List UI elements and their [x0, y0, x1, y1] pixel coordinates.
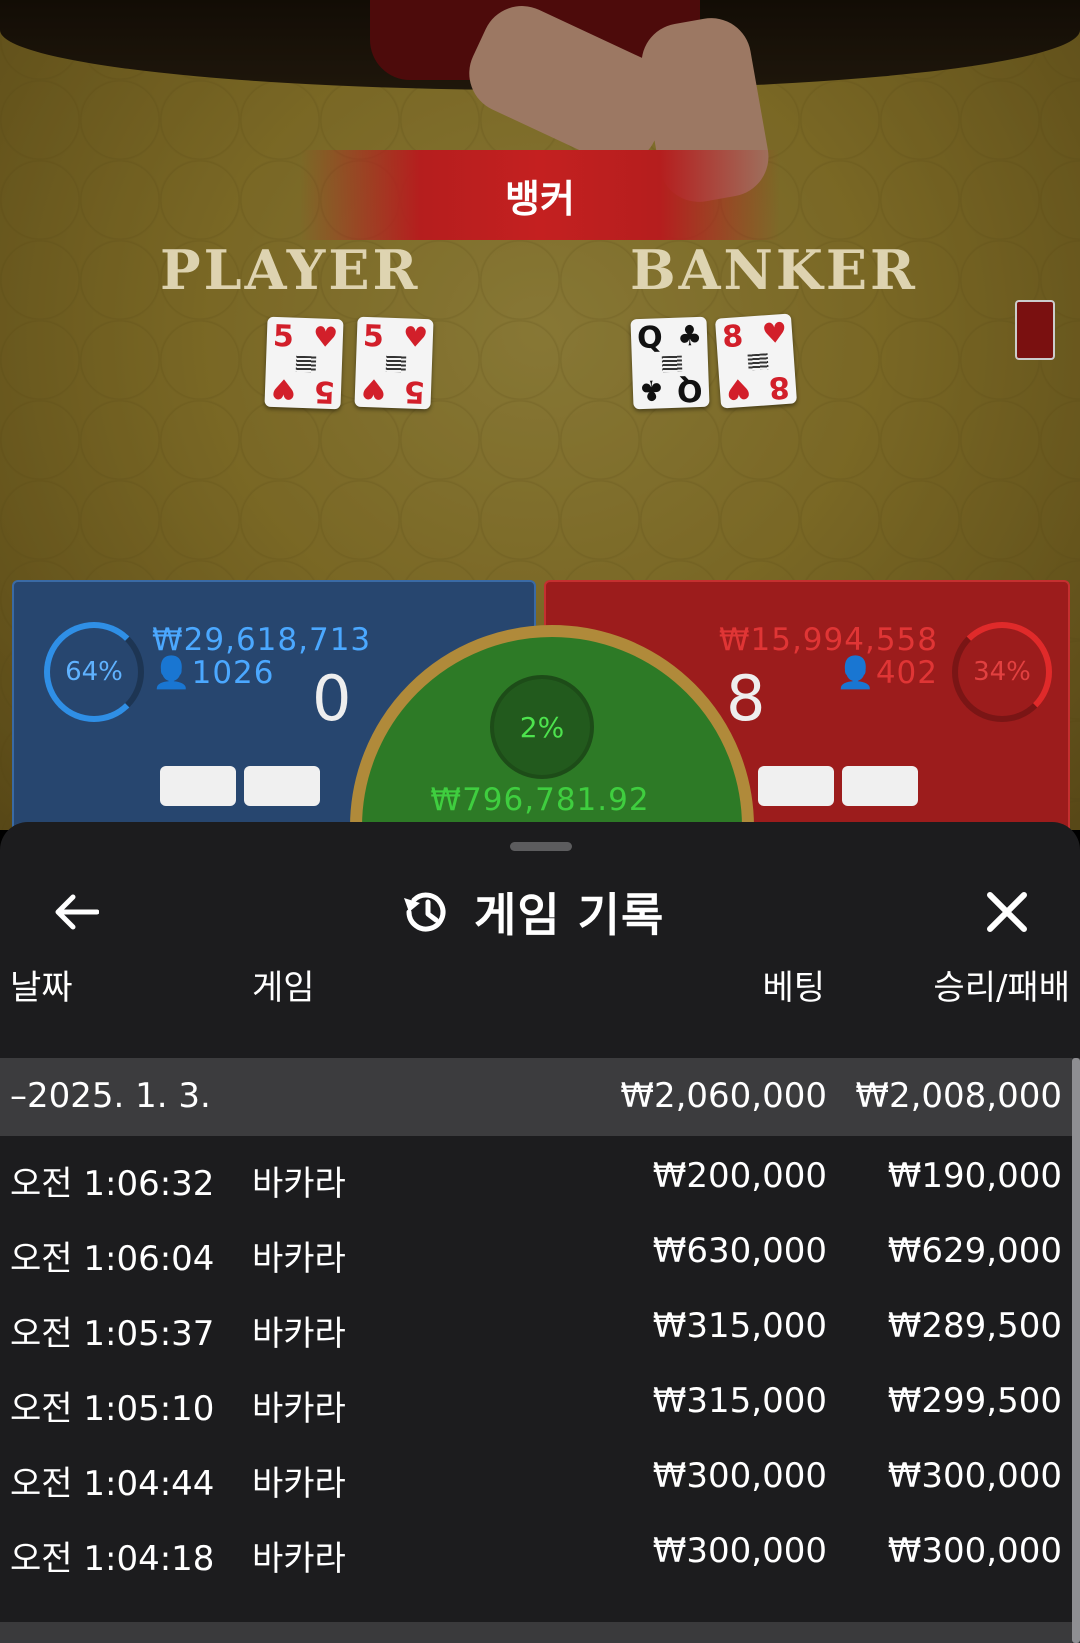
row-result: ₩300,000 — [887, 1456, 1062, 1496]
banker-bet-amount: ₩15,994,558 — [718, 622, 938, 658]
user-icon: 👤 — [152, 655, 192, 691]
tie-percent-ring: 2% — [490, 675, 594, 779]
player-score: 0 — [312, 662, 352, 735]
table-row[interactable]: 오전 1:04:18 바카라 ₩300,000 ₩300,000 — [0, 1513, 1072, 1591]
row-result: ₩289,500 — [887, 1306, 1062, 1346]
row-game: 바카라 — [252, 1314, 346, 1354]
close-button[interactable] — [975, 880, 1039, 944]
player-bet-amount: ₩29,618,713 — [152, 622, 372, 658]
player-mini-card-2 — [244, 766, 320, 806]
row-bet: ₩300,000 — [652, 1456, 827, 1496]
banker-card-1: Q ♣ ♣ Q — [630, 316, 710, 410]
player-card-1: 5 ♥ ♥ 5 — [264, 316, 344, 410]
sheet-title: 게임 기록 — [400, 880, 664, 944]
row-bet: ₩315,000 — [652, 1306, 827, 1346]
row-bet: ₩630,000 — [652, 1231, 827, 1271]
row-result: ₩300,000 — [887, 1531, 1062, 1571]
column-header-game: 게임 — [252, 968, 315, 1008]
player-mini-card-1 — [160, 766, 236, 806]
table-row[interactable]: 오전 1:06:32 바카라 ₩200,000 ₩190,000 — [0, 1138, 1072, 1216]
sheet-drag-handle[interactable] — [510, 842, 572, 851]
player-bettor-count: 👤1026 — [152, 655, 275, 691]
row-game: 바카라 — [252, 1539, 346, 1579]
back-button[interactable] — [46, 882, 106, 942]
table-row[interactable]: 오전 1:04:44 바카라 ₩300,000 ₩300,000 — [0, 1438, 1072, 1516]
game-history-sheet: 게임 기록 날짜 게임 베팅 승리/패배 –2025. 1. 3. ₩2,060… — [0, 822, 1080, 1643]
close-icon — [987, 892, 1027, 932]
row-bet: ₩200,000 — [652, 1156, 827, 1196]
date-group-row[interactable]: –2025. 1. 3. ₩2,060,000 ₩2,008,000 — [0, 1058, 1072, 1136]
history-icon — [404, 892, 446, 932]
result-banner: 뱅커 — [300, 150, 780, 240]
card-shoe — [1015, 300, 1055, 360]
user-icon: 👤 — [836, 655, 876, 691]
banker-percent-ring: 34% — [952, 622, 1052, 722]
table-header: 날짜 게임 베팅 승리/패배 — [0, 960, 1080, 1030]
column-header-result: 승리/패배 — [933, 968, 1070, 1008]
row-result: ₩190,000 — [887, 1156, 1062, 1196]
group-result-total: ₩2,008,000 — [855, 1076, 1062, 1116]
next-group-row-partial[interactable] — [0, 1622, 1072, 1643]
scrollbar[interactable] — [1072, 1058, 1080, 1643]
result-banner-text: 뱅커 — [505, 176, 575, 221]
banker-mini-card-1 — [758, 766, 834, 806]
row-game: 바카라 — [252, 1464, 346, 1504]
column-header-bet: 베팅 — [762, 968, 825, 1008]
banker-bettor-count: 👤402 — [836, 655, 938, 691]
row-result: ₩629,000 — [887, 1231, 1062, 1271]
row-time: 오전 1:05:10 — [10, 1389, 215, 1429]
tie-bet-amount: ₩796,781.92 — [430, 782, 650, 818]
row-bet: ₩315,000 — [652, 1381, 827, 1421]
player-percent-ring: 64% — [44, 622, 144, 722]
row-game: 바카라 — [252, 1389, 346, 1429]
player-card-2: 5 ♥ ♥ 5 — [354, 316, 434, 410]
row-time: 오전 1:06:32 — [10, 1164, 215, 1204]
player-label: PLAYER — [160, 238, 421, 302]
row-time: 오전 1:04:18 — [10, 1539, 215, 1579]
table-row[interactable]: 오전 1:06:04 바카라 ₩630,000 ₩629,000 — [0, 1213, 1072, 1291]
row-time: 오전 1:06:04 — [10, 1239, 215, 1279]
banker-card-2: 8 ♥ ♥ 8 — [714, 313, 798, 409]
row-game: 바카라 — [252, 1239, 346, 1279]
group-date: –2025. 1. 3. — [10, 1076, 211, 1116]
column-header-date: 날짜 — [10, 968, 73, 1008]
table-row[interactable]: 오전 1:05:10 바카라 ₩315,000 ₩299,500 — [0, 1363, 1072, 1441]
row-game: 바카라 — [252, 1164, 346, 1204]
banker-mini-card-2 — [842, 766, 918, 806]
row-time: 오전 1:04:44 — [10, 1464, 215, 1504]
banker-label: BANKER — [630, 238, 918, 302]
banker-score: 8 — [726, 662, 766, 735]
row-bet: ₩300,000 — [652, 1531, 827, 1571]
group-bet-total: ₩2,060,000 — [620, 1076, 827, 1116]
row-result: ₩299,500 — [887, 1381, 1062, 1421]
sheet-title-text: 게임 기록 — [474, 888, 665, 942]
arrow-left-icon — [55, 894, 99, 930]
scrollbar-thumb[interactable] — [1072, 1058, 1080, 1643]
row-time: 오전 1:05:37 — [10, 1314, 215, 1354]
table-row[interactable]: 오전 1:05:37 바카라 ₩315,000 ₩289,500 — [0, 1288, 1072, 1366]
